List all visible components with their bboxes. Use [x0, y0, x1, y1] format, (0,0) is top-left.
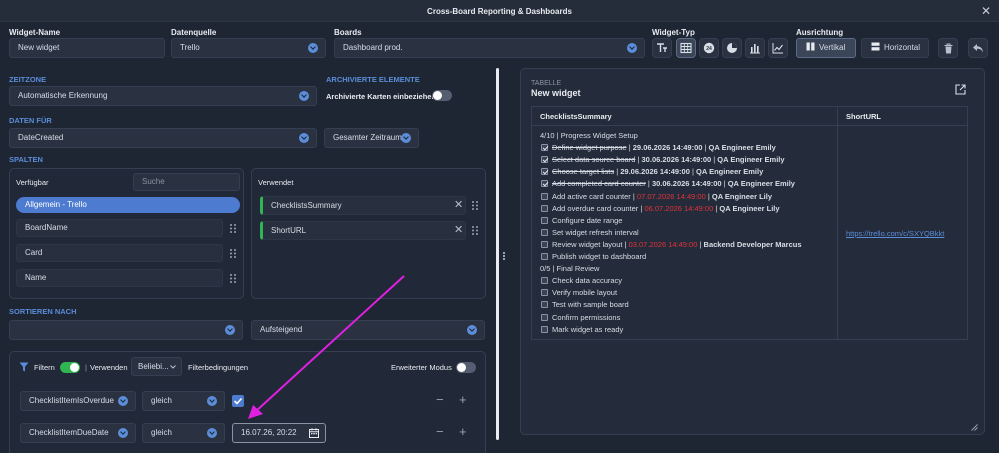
- preview-column-divider: [837, 106, 838, 340]
- checklist-checkbox-icon: [541, 156, 548, 164]
- checklist-item-date: 07.07.2026 14:49:00: [636, 191, 706, 201]
- checklist-checkbox-icon: [541, 204, 548, 212]
- checklist-item-assignee: QA Engineer Emily: [727, 179, 795, 189]
- checklist-item-name: Confirm permissions: [552, 312, 621, 322]
- checklist-item: Choose target lists | 29.06.2026 14:49:0…: [541, 167, 763, 176]
- checklist-item: Select data source board | 30.06.2026 14…: [541, 155, 785, 164]
- checklist-item: Publish widget to dashboard: [541, 252, 646, 261]
- preview-title: New widget: [531, 88, 581, 98]
- checklist-item: Set widget refresh interval: [541, 228, 639, 237]
- checklist-checkbox-icon: [541, 228, 548, 236]
- checklist-item-date: 30.06.2026 14:49:00: [651, 179, 722, 189]
- checklist-checkbox-icon: [541, 301, 548, 309]
- checklist-item-name: Check data accuracy: [552, 276, 623, 286]
- checklist-checkbox-icon: [541, 144, 548, 152]
- checklist-item: Verify mobile layout: [541, 288, 617, 297]
- checklist-item-name: Choose target lists: [552, 167, 615, 177]
- checklist-item-name: Verify mobile layout: [552, 288, 618, 298]
- checklist-item-name: Add overdue card counter: [552, 203, 639, 213]
- checklist-item-name: Review widget layout: [552, 239, 623, 249]
- checklist-checkbox-icon: [541, 313, 548, 321]
- checklist-item-date: 30.06.2026 14:49:00: [641, 155, 712, 165]
- resize-corner-icon[interactable]: [971, 424, 978, 431]
- checklist-item-assignee: QA Engineer Emily: [696, 167, 764, 177]
- checklist-item-name: Test with sample board: [552, 300, 629, 310]
- checklist-item: Define widget purpose | 29.06.2026 14:49…: [541, 143, 776, 152]
- checklist-item: Confirm permissions: [541, 313, 620, 322]
- checklist-item: Add active card counter | 07.07.2026 14:…: [541, 192, 772, 201]
- checklist-item-name: Publish widget to dashboard: [552, 252, 647, 261]
- checklist-item-name: Add completed card counter: [552, 179, 646, 189]
- preview-header-checklists: ChecklistsSummary: [540, 112, 612, 121]
- checklist-checkbox-icon: [541, 168, 548, 176]
- checklist-item-assignee: QA Engineer Lily: [711, 191, 773, 201]
- checklist-item: Configure date range: [541, 216, 622, 225]
- checklist-checkbox-icon: [541, 180, 548, 188]
- checklist-item-assignee: QA Engineer Lily: [719, 203, 780, 213]
- checklist-item-date: 03.07.2026 14:49:00: [628, 239, 698, 249]
- checklist-item: Check data accuracy: [541, 276, 622, 285]
- checklist-checkbox-icon: [541, 277, 548, 285]
- checklist-heading: 0/5 | Final Review: [540, 264, 600, 274]
- checklist-item-name: Define widget purpose: [552, 143, 627, 153]
- checklist-item-name: Select data source board: [552, 155, 636, 165]
- external-link-icon[interactable]: [955, 84, 966, 95]
- short-url-link[interactable]: https://trello.com/c/SXYQBkkt: [846, 229, 944, 238]
- checklist-checkbox-icon: [541, 325, 548, 333]
- checklist-item-date: 29.06.2026 14:49:00: [632, 143, 703, 153]
- checklist-checkbox-icon: [541, 253, 548, 260]
- checklist-item: Add completed card counter | 30.06.2026 …: [541, 179, 795, 188]
- checklist-checkbox-icon: [541, 216, 548, 224]
- checklist-checkbox-icon: [541, 289, 548, 297]
- checklist-item: Mark widget as ready: [541, 325, 623, 334]
- checklist-checkbox-icon: [541, 240, 548, 248]
- checklist-checkbox-icon: [541, 192, 548, 200]
- checklist-item-name: Add active card counter: [552, 191, 631, 201]
- checklist-item: Test with sample board: [541, 300, 629, 309]
- checklist-item-date: 29.06.2026 14:49:00: [620, 167, 690, 177]
- preview-header-shorturl: ShortURL: [846, 112, 881, 121]
- checklist-item-assignee: Backend Developer Marcus: [703, 239, 802, 249]
- checklist-heading: 4/10 | Progress Widget Setup: [540, 131, 638, 140]
- checklist-item-assignee: QA Engineer Emily: [708, 143, 776, 153]
- checklist-item-date: 06.07.2026 14:49:00: [644, 203, 714, 213]
- checklist-item-name: Set widget refresh interval: [552, 227, 639, 237]
- checklist-item-name: Configure date range: [552, 215, 623, 225]
- checklist-item-assignee: QA Engineer Emily: [717, 155, 785, 165]
- checklist-item: Add overdue card counter | 06.07.2026 14…: [541, 204, 780, 213]
- preview-type-label: TABELLE: [531, 80, 562, 87]
- checklist-item: Review widget layout | 03.07.2026 14:49:…: [541, 240, 802, 249]
- checklist-item-name: Mark widget as ready: [552, 324, 624, 334]
